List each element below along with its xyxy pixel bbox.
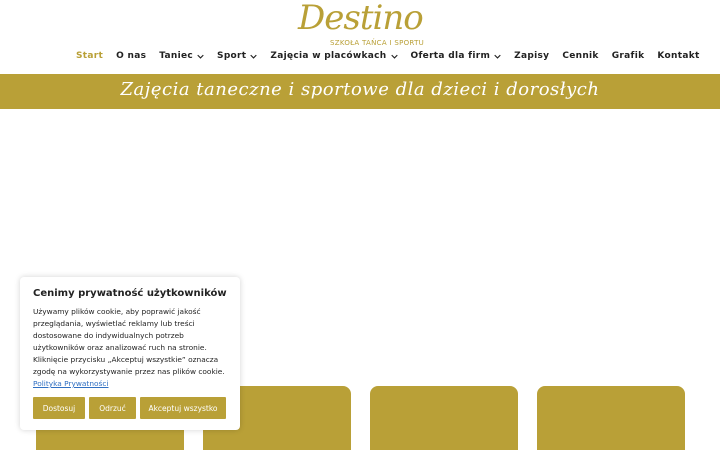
reject-button[interactable]: Odrzuć	[89, 397, 136, 419]
nav-item-label: Zapisy	[514, 51, 550, 61]
banner-title: Zajęcia taneczne i sportowe dla dzieci i…	[120, 79, 600, 100]
chevron-down-icon	[494, 53, 501, 60]
nav-item-start[interactable]: Start	[76, 51, 103, 61]
nav-item-oferta-dla-firm[interactable]: Oferta dla firm	[411, 51, 502, 61]
offer-card[interactable]	[370, 386, 518, 450]
cookie-title: Cenimy prywatność użytkowników	[33, 288, 227, 299]
privacy-policy-link[interactable]: Polityka Prywatności	[33, 379, 109, 388]
chevron-down-icon	[197, 53, 204, 60]
nav-item-o-nas[interactable]: O nas	[116, 51, 146, 61]
nav-item-label: Grafik	[611, 51, 645, 61]
logo-script: Destino	[298, 0, 424, 38]
main-nav: Start O nas Taniec Sport Zajęcia w placó…	[76, 48, 713, 64]
cookie-body-text: Używamy plików cookie, aby poprawić jako…	[33, 307, 225, 376]
customize-button[interactable]: Dostosuj	[33, 397, 85, 419]
nav-item-label: Taniec	[159, 51, 194, 61]
accept-all-button[interactable]: Akceptuj wszystko	[140, 397, 226, 419]
nav-item-sport[interactable]: Sport	[217, 51, 258, 61]
nav-item-zajecia-w-placowkach[interactable]: Zajęcia w placówkach	[270, 51, 398, 61]
nav-item-label: Oferta dla firm	[410, 51, 491, 61]
nav-item-label: Sport	[217, 51, 247, 61]
nav-item-label: O nas	[116, 51, 147, 61]
nav-item-label: Kontakt	[657, 51, 700, 61]
nav-item-cennik[interactable]: Cennik	[562, 51, 598, 61]
logo-subtitle: SZKOŁA TAŃCA I SPORTU	[330, 39, 425, 47]
nav-item-label: Cennik	[562, 51, 599, 61]
cookie-consent-dialog: Cenimy prywatność użytkowników Używamy p…	[20, 277, 240, 430]
nav-item-label: Zajęcia w placówkach	[270, 51, 387, 61]
nav-item-taniec[interactable]: Taniec	[159, 51, 204, 61]
chevron-down-icon	[250, 53, 258, 60]
nav-item-kontakt[interactable]: Kontakt	[657, 51, 699, 61]
nav-item-label: Start	[76, 51, 104, 61]
nav-item-zapisy[interactable]: Zapisy	[514, 51, 549, 61]
nav-item-grafik[interactable]: Grafik	[612, 51, 645, 61]
logo[interactable]: Destino SZKOŁA TAŃCA I SPORTU	[298, 0, 425, 48]
chevron-down-icon	[390, 53, 398, 60]
hero-banner: Zajęcia taneczne i sportowe dla dzieci i…	[0, 74, 720, 109]
offer-card[interactable]	[537, 386, 685, 450]
cookie-text: Używamy plików cookie, aby poprawić jako…	[33, 306, 227, 390]
cookie-buttons: Dostosuj Odrzuć Akceptuj wszystko	[33, 397, 230, 419]
site-header: Destino SZKOŁA TAŃCA I SPORTU Start O na…	[0, 0, 720, 74]
